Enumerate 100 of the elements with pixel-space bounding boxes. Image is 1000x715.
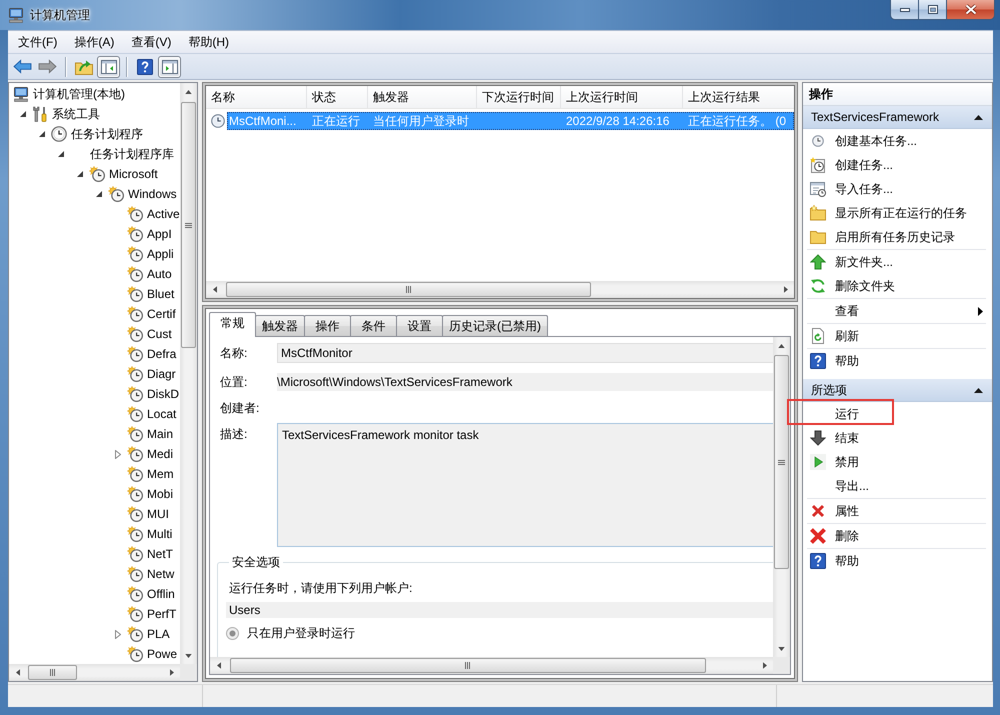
- horizontal-scrollbar[interactable]: [9, 664, 180, 681]
- section-title[interactable]: TextServicesFramework: [811, 110, 940, 124]
- right-arrow-icon[interactable]: [762, 662, 766, 669]
- location-field[interactable]: \Microsoft\Windows\TextServicesFramework: [277, 373, 773, 391]
- tree-item[interactable]: Mem: [147, 466, 174, 482]
- tab[interactable]: 触发器: [255, 315, 305, 336]
- tree-item[interactable]: PerfT: [147, 606, 176, 622]
- up-arrow-icon[interactable]: [778, 344, 785, 348]
- tree-item[interactable]: Bluet: [147, 286, 174, 302]
- up-arrow-icon[interactable]: [185, 90, 192, 94]
- action-link[interactable]: 导出...: [835, 474, 870, 498]
- tree-item[interactable]: Locat: [147, 406, 176, 422]
- tree-item[interactable]: Defra: [147, 346, 176, 362]
- column-header[interactable]: 名称: [206, 86, 307, 108]
- show-tree-button[interactable]: [97, 56, 120, 78]
- tab[interactable]: 历史记录(已禁用): [442, 315, 548, 336]
- left-arrow-icon[interactable]: [216, 662, 220, 669]
- action-link[interactable]: 启用所有任务历史记录: [810, 225, 955, 249]
- tree-item[interactable]: Certif: [147, 306, 176, 322]
- tree-item[interactable]: 任务计划程序库: [90, 146, 174, 162]
- tab[interactable]: 设置: [396, 315, 443, 336]
- menu-item[interactable]: 文件(F): [10, 32, 66, 52]
- horizontal-scrollbar[interactable]: [210, 657, 773, 674]
- account-field[interactable]: Users: [226, 602, 773, 618]
- collapsed-arrow-icon[interactable]: [115, 450, 121, 458]
- scrollbar-thumb[interactable]: [226, 282, 592, 297]
- tree-item[interactable]: DiskD: [147, 386, 179, 402]
- menu-item[interactable]: 操作(A): [66, 32, 122, 52]
- expanded-arrow-icon[interactable]: [39, 131, 45, 137]
- collapsed-arrow-icon[interactable]: [115, 630, 121, 638]
- action-link[interactable]: 显示所有正在运行的任务: [810, 201, 967, 225]
- description-field[interactable]: TextServicesFramework monitor task: [277, 423, 773, 547]
- expanded-arrow-icon[interactable]: [96, 191, 102, 197]
- tree-item[interactable]: Appli: [147, 246, 174, 262]
- tree-item[interactable]: Multi: [147, 526, 172, 542]
- section-title[interactable]: 所选项: [811, 382, 847, 398]
- action-link[interactable]: 运行: [835, 402, 859, 426]
- tree-item[interactable]: Main: [147, 426, 174, 442]
- action-link[interactable]: 导入任务...: [810, 177, 894, 201]
- tree-item[interactable]: 任务计划程序: [71, 126, 143, 142]
- tab[interactable]: 常规: [209, 312, 256, 337]
- tree-item[interactable]: Auto: [147, 266, 172, 282]
- tree-item[interactable]: NetT: [147, 546, 174, 562]
- down-arrow-icon[interactable]: [185, 654, 192, 658]
- action-link[interactable]: 查看: [835, 299, 992, 323]
- action-link[interactable]: 结束: [810, 426, 859, 450]
- tree-item[interactable]: Diagr: [147, 366, 176, 382]
- action-link[interactable]: 属性: [810, 499, 859, 523]
- action-link[interactable]: 帮助: [810, 349, 859, 373]
- tree-item[interactable]: Mobi: [147, 486, 174, 502]
- vertical-scrollbar[interactable]: [180, 83, 197, 664]
- maximize-button[interactable]: [919, 0, 947, 20]
- tree-item[interactable]: Medi: [147, 446, 174, 462]
- action-link[interactable]: 刷新: [810, 324, 859, 348]
- close-button[interactable]: [947, 0, 995, 20]
- tree-item[interactable]: Powe: [147, 646, 178, 662]
- right-arrow-icon[interactable]: [170, 669, 174, 676]
- action-link[interactable]: 帮助: [810, 549, 859, 573]
- column-header[interactable]: 上次运行结果: [683, 86, 794, 108]
- tree-item[interactable]: MUI: [147, 506, 169, 522]
- scrollbar-thumb[interactable]: [230, 658, 706, 673]
- tree-item[interactable]: AppI: [147, 226, 172, 242]
- left-arrow-icon[interactable]: [16, 669, 20, 676]
- tree-item[interactable]: Microsoft: [109, 166, 158, 182]
- tree-item[interactable]: 系统工具: [52, 106, 100, 122]
- column-header[interactable]: 上次运行时间: [561, 86, 683, 108]
- down-arrow-icon[interactable]: [778, 646, 785, 650]
- name-field[interactable]: MsCtfMonitor: [277, 343, 773, 363]
- tree-item[interactable]: 计算机管理(本地): [33, 86, 125, 102]
- scrollbar-thumb[interactable]: [28, 665, 78, 680]
- column-header[interactable]: 下次运行时间: [477, 86, 561, 108]
- show-action-pane-button[interactable]: [158, 56, 181, 78]
- tree-item[interactable]: Windows: [128, 186, 177, 202]
- tab[interactable]: 操作: [304, 315, 351, 336]
- tree-item[interactable]: Netw: [147, 566, 174, 582]
- menu-item[interactable]: 查看(V): [123, 32, 180, 52]
- right-arrow-icon[interactable]: [784, 286, 788, 293]
- column-header[interactable]: 触发器: [368, 86, 477, 108]
- scrollbar-thumb[interactable]: [774, 354, 789, 570]
- horizontal-scrollbar[interactable]: [206, 281, 794, 298]
- left-arrow-icon[interactable]: [212, 286, 216, 293]
- expanded-arrow-icon[interactable]: [77, 171, 83, 177]
- action-link[interactable]: 删除文件夹: [810, 274, 895, 298]
- tree-item[interactable]: Offlin: [147, 586, 175, 602]
- action-link[interactable]: 创建基本任务...: [810, 129, 918, 153]
- column-header[interactable]: 状态: [307, 86, 368, 108]
- tree-item[interactable]: PLA: [147, 626, 170, 642]
- action-link[interactable]: 新文件夹...: [810, 250, 894, 274]
- expanded-arrow-icon[interactable]: [58, 151, 64, 157]
- tree-item[interactable]: Cust: [147, 326, 172, 342]
- vertical-scrollbar[interactable]: [773, 337, 790, 657]
- tab[interactable]: 条件: [350, 315, 397, 336]
- collapse-arrow-icon[interactable]: [974, 388, 983, 392]
- action-link[interactable]: 禁用: [810, 450, 859, 474]
- expanded-arrow-icon[interactable]: [20, 111, 26, 117]
- tree-item[interactable]: Active: [147, 206, 180, 222]
- collapse-arrow-icon[interactable]: [974, 114, 983, 120]
- action-link[interactable]: 删除: [810, 524, 859, 548]
- minimize-button[interactable]: [890, 0, 919, 20]
- menu-item[interactable]: 帮助(H): [180, 32, 237, 52]
